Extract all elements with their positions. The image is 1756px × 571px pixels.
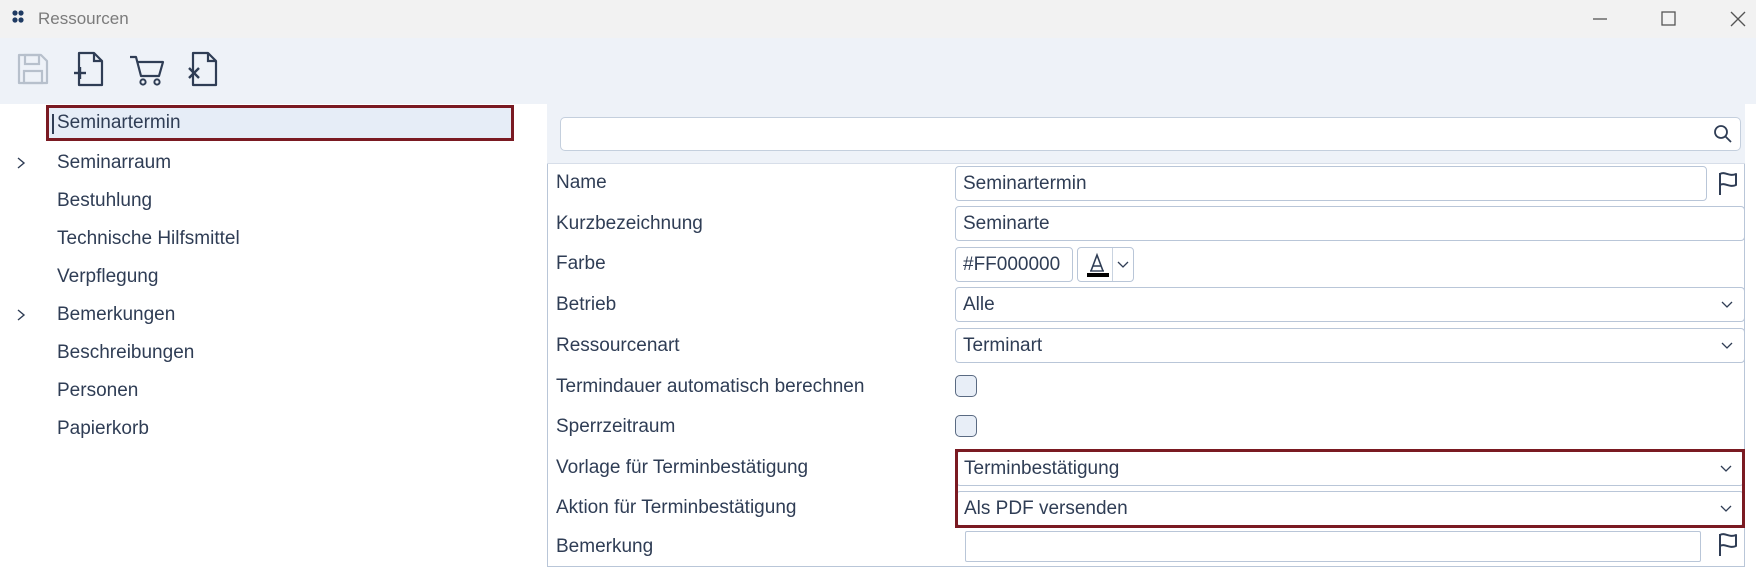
flag-icon[interactable] bbox=[1716, 531, 1740, 557]
farbe-value: #FF000000 bbox=[963, 254, 1061, 275]
name-field[interactable]: Seminartermin bbox=[955, 166, 1707, 201]
toolbar bbox=[0, 38, 1756, 104]
window-title: Ressourcen bbox=[38, 9, 129, 28]
tree-item-label: Beschreibungen bbox=[57, 342, 195, 363]
tree-item-seminarraum[interactable]: Seminarraum bbox=[0, 145, 540, 181]
bemerkung-field[interactable] bbox=[965, 531, 1701, 562]
tree-item-label: Bemerkungen bbox=[57, 304, 176, 325]
search-icon[interactable] bbox=[1713, 124, 1733, 144]
minimize-icon[interactable] bbox=[1585, 4, 1615, 34]
text-caret bbox=[52, 114, 54, 134]
chevron-right-icon[interactable] bbox=[14, 156, 28, 170]
chevron-down-icon[interactable] bbox=[1719, 464, 1733, 474]
kurzbezeichnung-field[interactable]: Seminarte bbox=[955, 206, 1745, 241]
ressourcenart-select[interactable]: Terminart bbox=[955, 328, 1745, 363]
close-icon[interactable] bbox=[1723, 4, 1753, 34]
tree-item-bemerkungen[interactable]: Bemerkungen bbox=[0, 297, 540, 333]
tree-item-label: Technische Hilfsmittel bbox=[57, 228, 240, 249]
tree-item-label: Seminarraum bbox=[57, 152, 172, 173]
betrieb-label: Betrieb bbox=[556, 294, 617, 315]
maximize-icon[interactable] bbox=[1653, 4, 1683, 34]
save-icon[interactable] bbox=[13, 49, 53, 89]
tree-item-label: Papierkorb bbox=[57, 418, 149, 439]
tree-item-technische-hilfsmittel[interactable]: Technische Hilfsmittel bbox=[0, 221, 540, 257]
ressourcenart-value: Terminart bbox=[963, 335, 1043, 356]
vorlage-label: Vorlage für Terminbestätigung bbox=[556, 457, 809, 478]
termindauer-checkbox[interactable] bbox=[955, 375, 977, 397]
tree-item-personen[interactable]: Personen bbox=[0, 373, 540, 409]
search-input[interactable] bbox=[560, 117, 1741, 151]
ressourcenart-label: Ressourcenart bbox=[556, 335, 680, 356]
bemerkung-label: Bemerkung bbox=[556, 536, 654, 557]
app-logo-icon bbox=[12, 10, 24, 23]
name-value: Seminartermin bbox=[963, 173, 1087, 194]
aktion-select[interactable]: Als PDF versenden bbox=[956, 491, 1744, 526]
sperrzeitraum-label: Sperrzeitraum bbox=[556, 416, 676, 437]
vorlage-value: Terminbestätigung bbox=[964, 458, 1120, 479]
delete-document-icon[interactable] bbox=[184, 49, 224, 89]
new-document-icon[interactable] bbox=[70, 49, 110, 89]
name-label: Name bbox=[556, 172, 607, 193]
color-font-icon bbox=[1087, 252, 1109, 277]
farbe-field[interactable]: #FF000000 bbox=[955, 247, 1073, 282]
title-bar: Ressourcen bbox=[0, 0, 1756, 38]
color-picker-button[interactable] bbox=[1077, 247, 1134, 282]
cart-icon[interactable] bbox=[127, 49, 167, 89]
tree-item-label: Personen bbox=[57, 380, 139, 401]
tree-item-bestuhlung[interactable]: Bestuhlung bbox=[0, 183, 540, 219]
chevron-down-icon[interactable] bbox=[1720, 300, 1734, 310]
tree-item-label: Verpflegung bbox=[57, 266, 159, 287]
chevron-down-icon[interactable] bbox=[1720, 341, 1734, 351]
aktion-value: Als PDF versenden bbox=[964, 498, 1128, 519]
sperrzeitraum-checkbox[interactable] bbox=[955, 415, 977, 437]
tree-item-seminartermin[interactable]: Seminartermin bbox=[46, 105, 514, 141]
vorlage-select[interactable]: Terminbestätigung bbox=[956, 451, 1744, 486]
kurzbezeichnung-value: Seminarte bbox=[963, 213, 1050, 234]
aktion-label: Aktion für Terminbestätigung bbox=[556, 497, 797, 518]
termindauer-label: Termindauer automatisch berechnen bbox=[556, 376, 865, 397]
chevron-right-icon[interactable] bbox=[14, 308, 28, 322]
tree-item-papierkorb[interactable]: Papierkorb bbox=[0, 411, 540, 447]
betrieb-select[interactable]: Alle bbox=[955, 287, 1745, 322]
betrieb-value: Alle bbox=[963, 294, 995, 315]
tree-item-verpflegung[interactable]: Verpflegung bbox=[0, 259, 540, 295]
tree-item-label: Seminartermin bbox=[57, 112, 181, 133]
chevron-down-icon[interactable] bbox=[1116, 260, 1130, 270]
tree-item-label: Bestuhlung bbox=[57, 190, 153, 211]
kurzbezeichnung-label: Kurzbezeichnung bbox=[556, 213, 703, 234]
farbe-label: Farbe bbox=[556, 253, 606, 274]
tree-item-beschreibungen[interactable]: Beschreibungen bbox=[0, 335, 540, 371]
chevron-down-icon[interactable] bbox=[1719, 504, 1733, 514]
flag-icon[interactable] bbox=[1716, 170, 1740, 196]
